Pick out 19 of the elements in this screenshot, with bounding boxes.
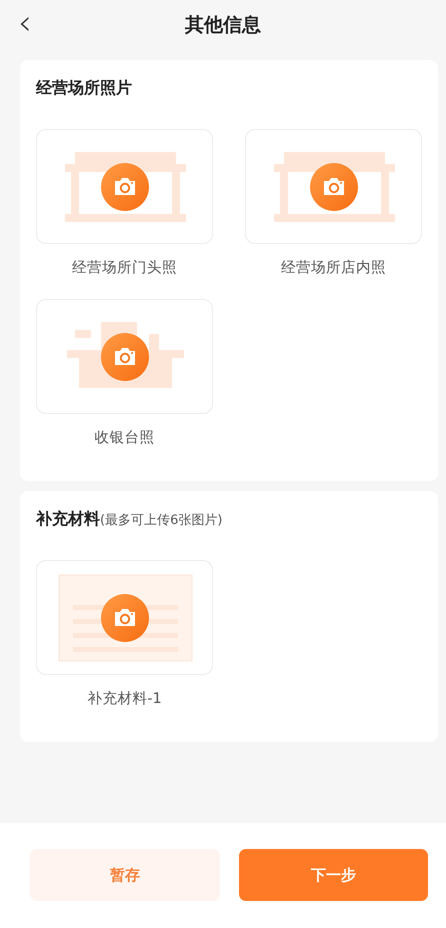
tile-label: 经营场所店内照 <box>281 258 386 277</box>
tile-label: 经营场所门头照 <box>72 258 177 277</box>
photo-upload-tile[interactable] <box>36 560 213 675</box>
photo-upload-tile[interactable] <box>245 129 422 244</box>
save-draft-button[interactable]: 暂存 <box>30 849 220 901</box>
tile-label: 收银台照 <box>94 429 154 447</box>
section-title: 经营场所照片 <box>36 78 132 99</box>
camera-icon <box>100 332 148 380</box>
section-title: 补充材料 <box>36 509 100 530</box>
next-button[interactable]: 下一步 <box>238 849 428 901</box>
back-button[interactable]: ‹ <box>18 8 32 38</box>
photo-upload-tile[interactable] <box>36 299 213 414</box>
camera-icon <box>100 594 148 642</box>
tile-label: 补充材料-1 <box>87 690 162 708</box>
camera-icon <box>310 162 358 210</box>
photo-upload-tile[interactable] <box>36 129 213 244</box>
page-title: 其他信息 <box>185 13 261 38</box>
camera-icon <box>100 162 148 210</box>
section-note: (最多可上传6张图片) <box>100 512 222 529</box>
